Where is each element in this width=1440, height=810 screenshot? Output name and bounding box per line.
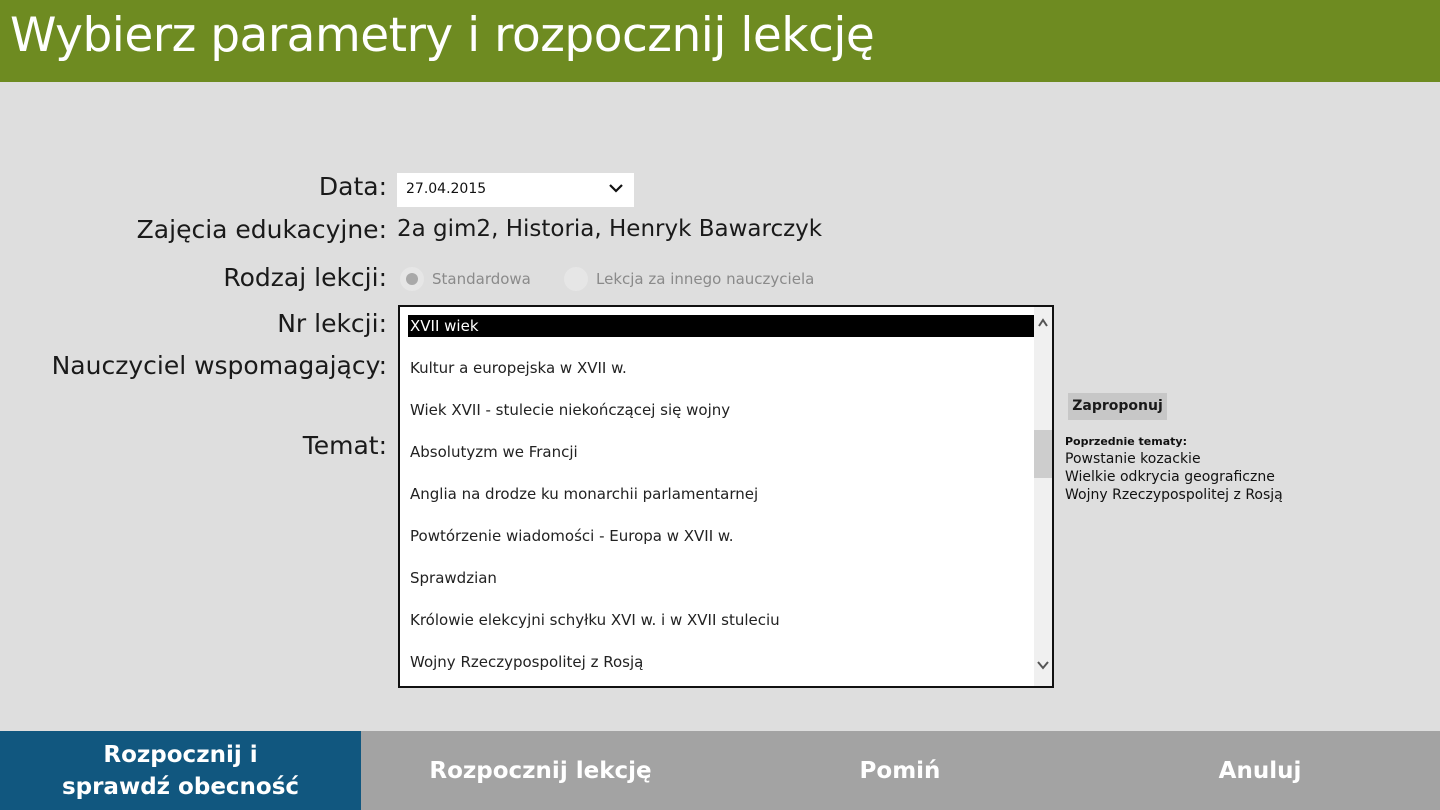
start-check-line1: Rozpocznij i [103,741,258,768]
chevron-down-icon [609,184,623,193]
previous-topic-item: Powstanie kozackie [1065,451,1201,467]
class-value: 2a gim2, Historia, Henryk Bawarczyk [397,216,823,242]
date-label: Data: [318,172,387,201]
radio-substitute-label: Lekcja za innego nauczyciela [596,270,815,288]
page-title: Wybierz parametry i rozpocznij lekcję [10,8,875,63]
topic-list-item[interactable]: Sprawdzian [408,567,1034,589]
assistant-teacher-label: Nauczyciel wspomagający: [51,351,387,380]
topic-list-item[interactable]: Wiek XVII - stulecie niekończącej się wo… [408,399,1034,421]
topics-listbox[interactable]: XVII wiek Kultur a europejska w XVII w. Wi… [398,305,1054,688]
scroll-down-icon[interactable] [1037,660,1049,670]
lesson-type-label: Rodzaj lekcji: [223,263,387,292]
header-bar: Wybierz parametry i rozpocznij lekcję [0,0,1440,82]
date-picker[interactable]: 27.04.2015 [397,173,634,207]
scroll-up-icon[interactable] [1037,315,1049,329]
start-and-check-attendance-button[interactable]: Rozpocznij i sprawdź obecność [0,731,361,810]
scroll-thumb[interactable] [1034,430,1052,479]
date-value: 27.04.2015 [406,181,487,197]
scrollbar[interactable] [1034,307,1052,686]
previous-topic-item: Wojny Rzeczypospolitej z Rosją [1065,487,1283,503]
topic-list-item[interactable]: Absolutyzm we Francji [408,441,1034,463]
skip-button[interactable]: Pomiń [720,731,1080,810]
footer-bar: Rozpocznij i sprawdź obecność Rozpocznij… [0,731,1440,810]
radio-standard-label: Standardowa [432,270,531,288]
radio-unchecked-icon [564,267,588,291]
previous-topics-title: Poprzednie tematy: [1065,435,1187,448]
radio-substitute[interactable]: Lekcja za innego nauczyciela [564,266,814,292]
start-check-line2: sprawdź obecność [61,773,300,800]
topic-list-item[interactable]: Kultur a europejska w XVII w. [408,357,1034,379]
radio-standard[interactable]: Standardowa [400,266,531,292]
lesson-number-label: Nr lekcji: [277,309,387,338]
radio-checked-icon [400,267,424,291]
topic-list-item[interactable]: Powtórzenie wiadomości - Europa w XVII w… [408,525,1034,547]
topic-label: Temat: [302,431,387,460]
topic-list-item[interactable]: Wojny Rzeczypospolitej z Rosją [408,651,1034,673]
topic-list-item[interactable]: Anglia na drodze ku monarchii parlamenta… [408,483,1034,505]
topic-list-item[interactable]: Królowie elekcyjni schyłku XVI w. i w XV… [408,609,1034,631]
previous-topic-item: Wielkie odkrycia geograficzne [1065,469,1275,485]
class-label: Zajęcia edukacyjne: [136,215,387,244]
cancel-button[interactable]: Anuluj [1080,731,1440,810]
start-lesson-button[interactable]: Rozpocznij lekcję [361,731,720,810]
topic-list-item[interactable]: XVII wiek [408,315,1034,337]
propose-button[interactable]: Zaproponuj [1068,393,1167,420]
previous-topics: Poprzednie tematy: Powstanie kozackie Wi… [1065,435,1425,504]
